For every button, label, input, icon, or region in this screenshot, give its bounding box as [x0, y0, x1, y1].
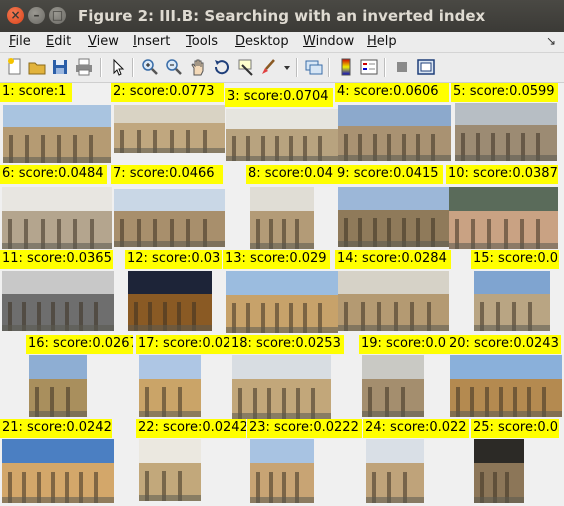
result-score-label-18: 18: score:0.0253: [229, 335, 344, 354]
result-score-label-2: 2: score:0.0773: [111, 83, 224, 102]
close-window-button[interactable]: ×: [7, 7, 24, 24]
result-image-16: [29, 355, 87, 417]
rotate-3d-icon[interactable]: [212, 57, 232, 77]
result-image-20: [450, 355, 562, 417]
result-score-label-17: 17: score:0.02: [136, 335, 231, 354]
show-plot-tools-icon[interactable]: [416, 57, 436, 77]
result-image-21: [2, 439, 114, 503]
result-score-label-11: 11: score:0.0365: [0, 250, 113, 269]
close-icon: ×: [10, 8, 21, 22]
result-score-label-21: 21: score:0.0242: [0, 419, 112, 438]
brush-dropdown-icon[interactable]: [282, 57, 292, 77]
menu-tools[interactable]: Tools: [186, 34, 218, 49]
figure-canvas: 1: score:1 2: score:0.0773 3: score:0.0704…: [0, 83, 564, 506]
result-image-9: [338, 187, 451, 247]
result-score-label-12: 12: score:0.03: [125, 250, 222, 269]
result-score-label-16: 16: score:0.0267: [26, 335, 133, 354]
result-image-11: [2, 271, 114, 331]
result-image-22: [139, 439, 201, 501]
menu-desktop[interactable]: Desktop: [235, 34, 289, 49]
menu-bar: File Edit View Insert Tools Desktop Wind…: [0, 32, 564, 53]
data-cursor-icon[interactable]: [236, 57, 256, 77]
result-score-label-14: 14: score:0.0284: [335, 250, 451, 269]
zoom-in-icon[interactable]: [140, 57, 160, 77]
menu-file[interactable]: File: [9, 34, 31, 49]
menu-insert[interactable]: Insert: [133, 34, 170, 49]
result-score-label-24: 24: score:0.022: [363, 419, 469, 438]
brush-icon[interactable]: [258, 57, 278, 77]
menu-overflow-icon[interactable]: ↘: [546, 34, 556, 48]
menu-view[interactable]: View: [88, 34, 119, 49]
result-image-18: [232, 355, 331, 419]
result-image-4: [338, 105, 451, 161]
result-image-14: [338, 271, 449, 331]
result-image-2: [114, 105, 225, 153]
result-score-label-22: 22: score:0.0242: [136, 419, 246, 438]
maximize-icon: □: [51, 8, 64, 22]
pointer-icon[interactable]: [108, 57, 128, 77]
result-score-label-9: 9: score:0.0415: [335, 165, 443, 184]
minimize-icon: –: [33, 8, 40, 22]
result-image-3: [226, 109, 338, 161]
result-score-label-19: 19: score:0.021: [359, 335, 447, 354]
result-image-7: [114, 189, 225, 247]
result-image-23: [250, 439, 314, 503]
result-score-label-5: 5: score:0.0599: [451, 83, 558, 102]
result-image-15: [474, 271, 550, 331]
title-bar: × – □ Figure 2: III.B: Searching with an…: [0, 0, 564, 32]
toolbar-separator: [296, 58, 298, 77]
result-image-5: [455, 103, 557, 161]
toolbar: [0, 53, 564, 83]
window-title: Figure 2: III.B: Searching with an inver…: [78, 7, 486, 25]
result-image-12: [128, 271, 212, 331]
result-score-label-20: 20: score:0.0243: [447, 335, 561, 354]
result-image-10: [449, 187, 558, 249]
menu-window[interactable]: Window: [303, 34, 354, 49]
legend-icon[interactable]: [359, 57, 379, 77]
result-score-label-3: 3: score:0.0704: [225, 88, 333, 107]
maximize-window-button[interactable]: □: [49, 7, 66, 24]
menu-help[interactable]: Help: [367, 34, 397, 49]
result-score-label-6: 6: score:0.0484: [0, 165, 107, 184]
new-figure-icon[interactable]: [5, 57, 25, 77]
zoom-out-icon[interactable]: [164, 57, 184, 77]
toolbar-separator: [132, 58, 134, 77]
toolbar-separator: [328, 58, 330, 77]
pan-icon[interactable]: [188, 57, 208, 77]
link-plot-icon[interactable]: [304, 57, 324, 77]
result-score-label-1: 1: score:1: [0, 83, 72, 102]
menu-edit[interactable]: Edit: [46, 34, 71, 49]
print-icon[interactable]: [74, 57, 94, 77]
result-image-25: [474, 439, 524, 503]
hide-plot-tools-icon[interactable]: [392, 57, 412, 77]
toolbar-separator: [100, 58, 102, 77]
result-image-24: [366, 439, 424, 503]
result-score-label-10: 10: score:0.0387: [446, 165, 558, 184]
minimize-window-button[interactable]: –: [28, 7, 45, 24]
result-score-label-25: 25: score:0.02: [471, 419, 559, 438]
result-image-19: [362, 355, 424, 417]
result-image-6: [2, 187, 112, 249]
result-score-label-7: 7: score:0.0466: [111, 165, 223, 184]
result-image-1: [3, 105, 111, 163]
result-score-label-13: 13: score:0.029: [223, 250, 330, 269]
result-score-label-4: 4: score:0.0606: [335, 83, 449, 102]
result-score-label-8: 8: score:0.04: [246, 165, 338, 184]
result-image-8: [250, 187, 314, 249]
result-score-label-15: 15: score:0.02: [471, 250, 559, 269]
toolbar-separator: [384, 58, 386, 77]
result-score-label-23: 23: score:0.0222: [247, 419, 362, 438]
result-image-13: [226, 271, 338, 333]
open-file-icon[interactable]: [27, 57, 47, 77]
colorbar-icon[interactable]: [336, 57, 356, 77]
result-image-17: [139, 355, 201, 417]
save-icon[interactable]: [50, 57, 70, 77]
